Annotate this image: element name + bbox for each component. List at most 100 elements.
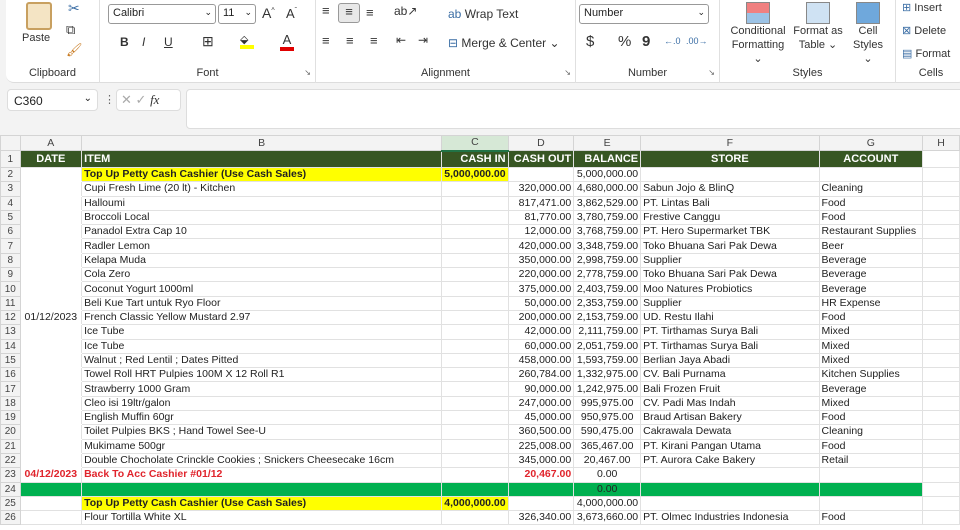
cell-bal[interactable]: 20,467.00 bbox=[573, 452, 642, 469]
paste-button[interactable]: Paste bbox=[22, 32, 50, 44]
cell-item[interactable]: Kelapa Muda bbox=[81, 252, 443, 269]
cell-empty[interactable] bbox=[922, 424, 960, 440]
cell-item[interactable]: Coconut Yogurt 1000ml bbox=[81, 281, 443, 297]
cell-out[interactable]: 345,000.00 bbox=[507, 452, 575, 469]
row-header[interactable]: 24 bbox=[0, 481, 21, 497]
cell-acct[interactable] bbox=[818, 166, 924, 183]
cell-empty[interactable] bbox=[922, 410, 960, 426]
cell-acct[interactable]: Food bbox=[818, 410, 924, 426]
cell-date[interactable]: 01/12/2023 bbox=[19, 309, 83, 326]
cell-acct[interactable]: Beverage bbox=[818, 267, 924, 283]
cell-bal[interactable]: 2,051,759.00 bbox=[573, 338, 642, 354]
cell-empty[interactable] bbox=[922, 150, 960, 168]
column-header-C[interactable]: C bbox=[441, 135, 509, 152]
cell-acct[interactable]: Mixed bbox=[818, 352, 924, 369]
cell-item[interactable]: Broccoli Local bbox=[81, 209, 443, 226]
cell-in[interactable] bbox=[441, 281, 509, 297]
cell-in[interactable] bbox=[441, 224, 509, 240]
cell-in[interactable] bbox=[441, 438, 509, 454]
cell-acct[interactable]: Beverage bbox=[818, 381, 924, 397]
cell-date[interactable] bbox=[19, 410, 83, 426]
cell-store[interactable]: Braud Artisan Bakery bbox=[640, 410, 820, 426]
cell-out[interactable] bbox=[507, 481, 575, 497]
cell-acct[interactable]: Food bbox=[818, 195, 924, 211]
cell-bal[interactable]: 365,467.00 bbox=[573, 438, 642, 454]
cell-bal[interactable]: 3,780,759.00 bbox=[573, 209, 642, 226]
cell-bal[interactable]: 1,593,759.00 bbox=[573, 352, 642, 369]
cell-in[interactable] bbox=[441, 309, 509, 326]
cell-out[interactable]: 200,000.00 bbox=[507, 309, 575, 326]
cell-out[interactable]: 320,000.00 bbox=[507, 181, 575, 197]
row-header[interactable]: 20 bbox=[0, 424, 21, 440]
cell-empty[interactable] bbox=[922, 467, 960, 483]
cell-item[interactable]: Halloumi bbox=[81, 195, 443, 211]
cell-in[interactable] bbox=[441, 452, 509, 469]
column-header-E[interactable]: E bbox=[573, 135, 642, 151]
cell-in[interactable] bbox=[441, 367, 509, 383]
cell-date[interactable] bbox=[19, 281, 83, 297]
cell-item[interactable]: Panadol Extra Cap 10 bbox=[81, 224, 443, 240]
cell-acct[interactable]: Food bbox=[818, 309, 924, 326]
cell-empty[interactable] bbox=[922, 166, 960, 183]
cell-empty[interactable] bbox=[922, 452, 960, 469]
cell-empty[interactable] bbox=[922, 438, 960, 454]
cell-item[interactable]: Cupi Fresh Lime (20 lt) - Kitchen bbox=[81, 181, 443, 197]
cell-in[interactable] bbox=[441, 181, 509, 197]
column-header-B[interactable]: B bbox=[81, 135, 443, 151]
cell-in[interactable] bbox=[441, 352, 509, 369]
row-header[interactable]: 25 bbox=[0, 495, 21, 512]
cell-out[interactable]: 458,000.00 bbox=[507, 352, 575, 369]
cell-in[interactable] bbox=[441, 510, 509, 526]
format-painter-icon[interactable]: 🖌 bbox=[66, 42, 83, 58]
cell-item[interactable]: Ice Tube bbox=[81, 324, 443, 340]
cell-acct[interactable]: Restaurant Supplies bbox=[818, 224, 924, 240]
cell-bal[interactable]: 2,111,759.00 bbox=[573, 324, 642, 340]
cell-item[interactable]: Back To Acc Cashier #01/12 bbox=[81, 467, 443, 483]
cell-store[interactable]: Toko Bhuana Sari Pak Dewa bbox=[640, 238, 820, 254]
cell-item[interactable]: Flour Tortilla White XL bbox=[81, 510, 443, 526]
cut-icon[interactable]: ✂ bbox=[68, 0, 80, 17]
cell-bal[interactable]: 2,353,759.00 bbox=[573, 295, 642, 311]
borders-icon[interactable]: ⊞ bbox=[202, 33, 214, 50]
cell-item[interactable]: French Classic Yellow Mustard 2.97 bbox=[81, 309, 443, 326]
cell-item[interactable]: Radler Lemon bbox=[81, 238, 443, 254]
cell-date[interactable] bbox=[19, 381, 83, 397]
cell-acct[interactable]: Beverage bbox=[818, 252, 924, 269]
cell-store[interactable]: Sabun Jojo & BlinQ bbox=[640, 181, 820, 197]
cell-bal[interactable]: 2,998,759.00 bbox=[573, 252, 642, 269]
cell-acct[interactable]: Cleaning bbox=[818, 424, 924, 440]
cell-date[interactable] bbox=[19, 452, 83, 469]
cell-out[interactable]: 60,000.00 bbox=[507, 338, 575, 354]
wrap-text-button[interactable]: ab Wrap Text bbox=[448, 7, 518, 21]
cell-empty[interactable] bbox=[922, 267, 960, 283]
enter-icon[interactable]: ✓ bbox=[136, 92, 147, 107]
cell-out[interactable]: 225,008.00 bbox=[507, 438, 575, 454]
cell-item[interactable]: English Muffin 60gr bbox=[81, 410, 443, 426]
cell-item[interactable]: Top Up Petty Cash Cashier (Use Cash Sale… bbox=[81, 166, 443, 183]
row-header[interactable]: 22 bbox=[0, 452, 21, 469]
cell-empty[interactable] bbox=[922, 352, 960, 369]
cell-date[interactable] bbox=[19, 395, 83, 412]
cell-empty[interactable] bbox=[922, 381, 960, 397]
cell-date[interactable] bbox=[19, 338, 83, 354]
conditional-formatting-button[interactable]: Conditional Formatting ⌄ bbox=[730, 2, 786, 66]
more-icon[interactable]: ⋮ bbox=[104, 93, 115, 106]
cell-out[interactable]: 12,000.00 bbox=[507, 224, 575, 240]
cell-out[interactable] bbox=[507, 495, 575, 512]
align-top-icon[interactable]: ≡ bbox=[322, 3, 330, 18]
column-header-H[interactable]: H bbox=[922, 135, 960, 151]
cell-in[interactable] bbox=[441, 424, 509, 440]
cell-store[interactable] bbox=[640, 481, 820, 497]
cell-acct[interactable] bbox=[818, 481, 924, 497]
cell-acct[interactable]: Food bbox=[818, 510, 924, 526]
cell-store[interactable] bbox=[640, 467, 820, 483]
cell-date[interactable] bbox=[19, 209, 83, 226]
increase-decimal-icon[interactable]: ←.0 bbox=[664, 36, 681, 46]
cell-store[interactable]: UD. Restu Ilahi bbox=[640, 309, 820, 326]
font-color-icon[interactable]: A bbox=[280, 32, 294, 51]
cell-in[interactable] bbox=[441, 324, 509, 340]
cell-date[interactable] bbox=[19, 495, 83, 512]
cell-date[interactable] bbox=[19, 238, 83, 254]
cell-date[interactable]: 04/12/2023 bbox=[19, 467, 83, 483]
cell-acct[interactable]: HR Expense bbox=[818, 295, 924, 311]
